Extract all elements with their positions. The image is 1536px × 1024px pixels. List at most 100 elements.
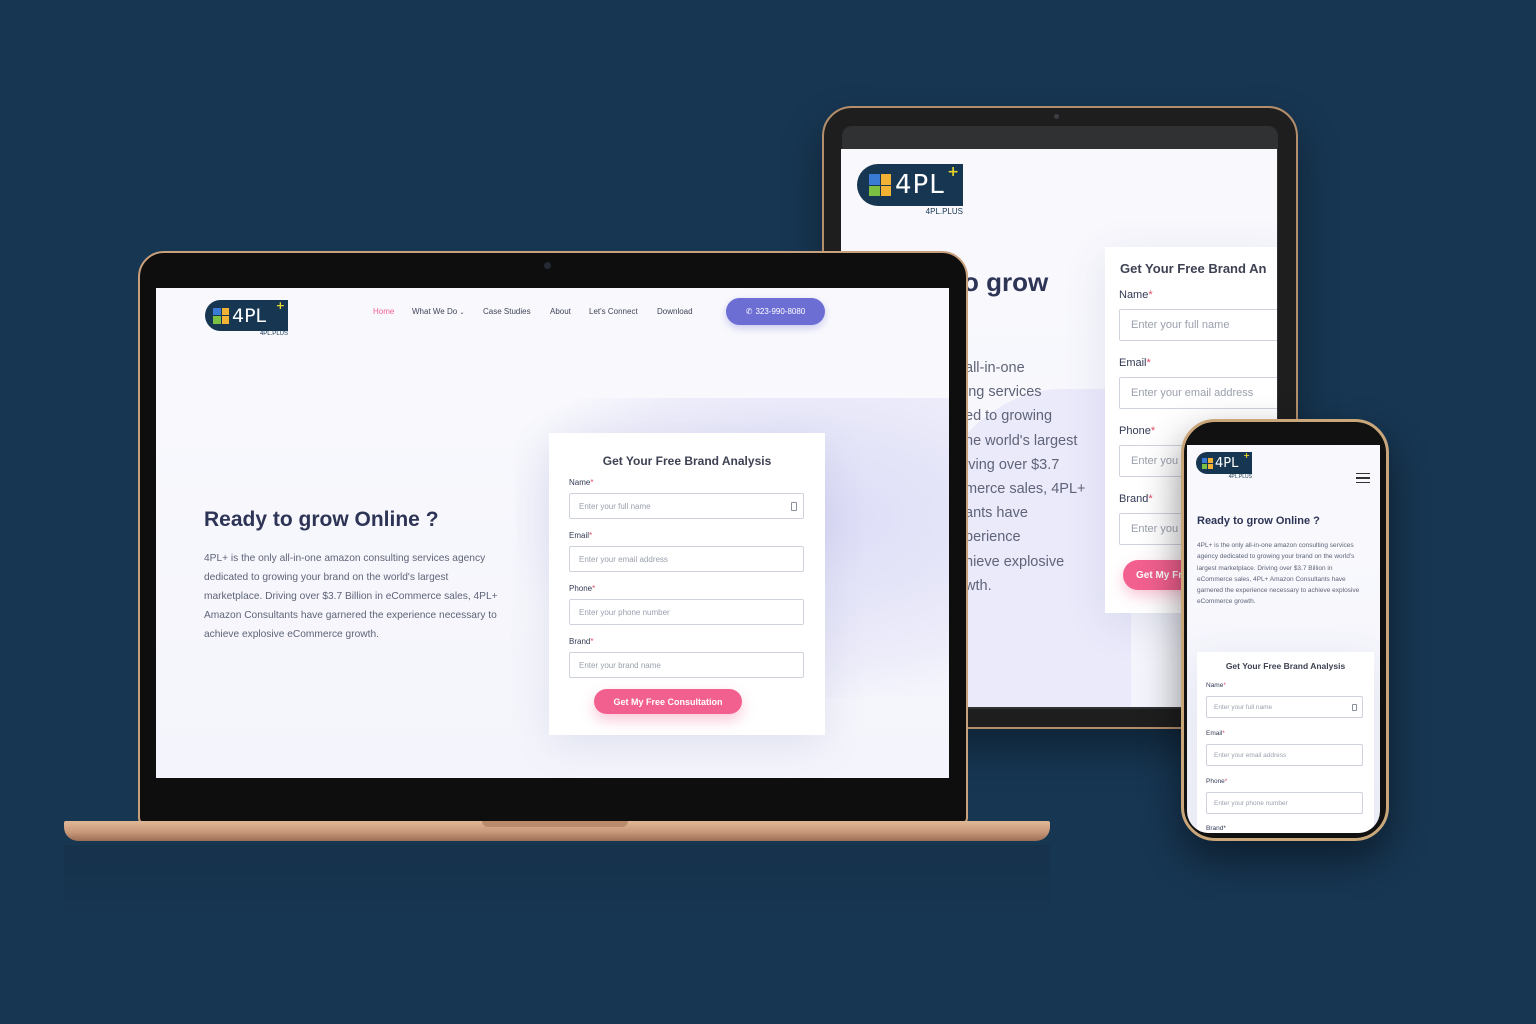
nav-what-we-do[interactable]: What We Do ⌄ bbox=[412, 307, 464, 316]
tablet-hero-heading: o grow bbox=[963, 267, 1049, 297]
tablet-para-line: hieve explosive bbox=[965, 553, 1065, 570]
name-label: Name* bbox=[569, 478, 593, 487]
tablet-form-title: Get Your Free Brand An bbox=[1120, 261, 1267, 276]
nav-case-studies[interactable]: Case Studies bbox=[483, 307, 531, 316]
label-text: Brand bbox=[1119, 493, 1149, 505]
tablet-email-label: Email* bbox=[1119, 357, 1151, 369]
label-text: Email bbox=[1119, 357, 1147, 369]
required-mark: * bbox=[1146, 357, 1151, 369]
tablet-para-line: wth. bbox=[965, 577, 992, 594]
chevron-down-icon: ⌄ bbox=[459, 310, 465, 316]
phone-cta-button[interactable]: ✆ 323-990-8080 bbox=[726, 298, 825, 325]
tablet-para-line: merce sales, 4PL+ bbox=[965, 481, 1086, 498]
contact-card-icon bbox=[791, 502, 797, 511]
email-label: Email* bbox=[569, 531, 592, 540]
phone-input[interactable]: Enter your phone number bbox=[569, 599, 804, 625]
hamburger-menu-icon[interactable] bbox=[1356, 473, 1370, 483]
required-mark: * bbox=[1223, 682, 1226, 689]
hero-heading: Ready to grow Online ? bbox=[204, 508, 439, 531]
required-mark: * bbox=[1150, 425, 1156, 437]
phone-email-input[interactable]: Enter your email address bbox=[1206, 744, 1363, 766]
button-label: Get My Fr bbox=[1136, 569, 1183, 581]
submit-consultation-button[interactable]: Get My Free Consultation bbox=[594, 689, 742, 714]
tablet-para-line: iving over $3.7 bbox=[965, 456, 1060, 473]
tablet-name-label: Name* bbox=[1119, 289, 1153, 301]
required-mark: * bbox=[590, 478, 594, 487]
placeholder-text: Enter you bbox=[1131, 523, 1179, 535]
label-text: Email bbox=[569, 531, 590, 540]
email-input[interactable]: Enter your email address bbox=[569, 546, 804, 572]
tablet-para-line: ants have bbox=[965, 505, 1028, 522]
phone-form-card: Get Your Free Brand Analysis Name* Enter… bbox=[1197, 652, 1374, 833]
placeholder-text: Enter your brand name bbox=[579, 660, 661, 670]
placeholder-text: Enter your full name bbox=[1214, 703, 1273, 711]
brand-input[interactable]: Enter your brand name bbox=[569, 652, 804, 678]
logo-text: 4PL bbox=[1215, 455, 1239, 471]
tablet-para-line: ed to growing bbox=[965, 408, 1053, 425]
nav-lets-connect[interactable]: Let's Connect bbox=[589, 307, 638, 316]
brand-analysis-form: Get Your Free Brand Analysis Name* Enter… bbox=[549, 433, 825, 735]
required-mark: * bbox=[1148, 289, 1153, 301]
required-mark: * bbox=[590, 637, 594, 646]
logo-mark-icon bbox=[213, 307, 229, 324]
label-text: Email bbox=[1206, 730, 1223, 737]
logo-plus: + bbox=[1243, 451, 1250, 460]
label-text: Name bbox=[569, 478, 591, 487]
laptop-screen: 4PL + 4PL.PLUS Home What We Do ⌄ Case St… bbox=[156, 288, 949, 778]
tablet-para-line: all-in-one bbox=[965, 360, 1025, 376]
phone-name-label: Name* bbox=[1206, 682, 1226, 689]
phone-phone-input[interactable]: Enter your phone number bbox=[1206, 792, 1363, 814]
name-input[interactable]: Enter your full name bbox=[569, 493, 804, 519]
logo-text: 4PL bbox=[895, 170, 945, 200]
phone-form-title: Get Your Free Brand Analysis bbox=[1225, 661, 1346, 671]
tablet-logo: 4PL + 4PL.PLUS bbox=[857, 164, 963, 216]
label-text: Phone bbox=[1119, 425, 1151, 437]
phone-notch bbox=[1235, 428, 1335, 444]
logo-subtext: 4PL.PLUS bbox=[1228, 474, 1252, 480]
tablet-para-line: perience bbox=[965, 529, 1021, 546]
phone-cta-label: 323-990-8080 bbox=[755, 307, 806, 316]
placeholder-text: Enter your full name bbox=[1131, 319, 1230, 331]
label-text: Phone bbox=[569, 584, 593, 593]
placeholder-text: Enter your email address bbox=[1131, 387, 1254, 399]
logo-plus: + bbox=[947, 164, 959, 180]
hero-paragraph: 4PL+ is the only all-in-one amazon consu… bbox=[204, 553, 498, 640]
phone-logo: 4PL + 4PL.PLUS bbox=[1196, 451, 1252, 480]
contact-card-icon bbox=[1352, 704, 1357, 711]
nav-home[interactable]: Home bbox=[373, 307, 394, 316]
form-title: Get Your Free Brand Analysis bbox=[602, 454, 772, 468]
nav-download[interactable]: Download bbox=[657, 307, 693, 316]
phone-screen: 4PL + 4PL.PLUS Ready to grow Online ? 4P… bbox=[1187, 445, 1380, 833]
phone-icon: ✆ bbox=[745, 307, 753, 316]
logo-mark-icon bbox=[1202, 457, 1213, 469]
placeholder-text: Enter your email address bbox=[579, 554, 668, 564]
phone-hero-paragraph: 4PL+ is the only all-in-one amazon consu… bbox=[1197, 542, 1360, 606]
tablet-para-line: he world's largest bbox=[965, 432, 1078, 449]
tablet-phone-label: Phone* bbox=[1119, 425, 1155, 437]
label-text: Phone bbox=[1206, 778, 1225, 785]
required-mark: * bbox=[1148, 493, 1153, 505]
logo-subtext: 4PL.PLUS bbox=[925, 207, 963, 216]
phone-email-label: Email* bbox=[1206, 730, 1225, 737]
placeholder-text: Enter your full name bbox=[579, 501, 651, 511]
site-logo[interactable]: 4PL + 4PL.PLUS bbox=[205, 299, 288, 337]
phone-name-input[interactable]: Enter your full name bbox=[1206, 696, 1363, 718]
tablet-para-line: ing services bbox=[965, 384, 1042, 401]
tablet-email-input[interactable]: Enter your email address bbox=[1119, 377, 1277, 409]
placeholder-text: Enter your email address bbox=[1214, 751, 1287, 759]
required-mark: * bbox=[589, 531, 593, 540]
nav-about[interactable]: About bbox=[550, 307, 571, 316]
placeholder-text: Enter your phone number bbox=[1214, 799, 1288, 807]
laptop-camera bbox=[544, 262, 551, 269]
brand-label: Brand* bbox=[569, 637, 593, 646]
phone-brand-label-cutoff: Brand* bbox=[1206, 825, 1226, 832]
required-mark: * bbox=[1224, 778, 1228, 785]
required-mark: * bbox=[592, 584, 596, 593]
tablet-name-input[interactable]: Enter your full name bbox=[1119, 309, 1277, 341]
tablet-brand-label: Brand* bbox=[1119, 493, 1153, 505]
logo-plus: + bbox=[275, 299, 285, 312]
logo-subtext: 4PL.PLUS bbox=[259, 331, 288, 337]
phone-hero-heading: Ready to grow Online ? bbox=[1197, 515, 1320, 527]
label-text: Name bbox=[1119, 289, 1149, 301]
tablet-hero-paragraph: all-in-one ing services ed to growing he… bbox=[965, 356, 1086, 598]
